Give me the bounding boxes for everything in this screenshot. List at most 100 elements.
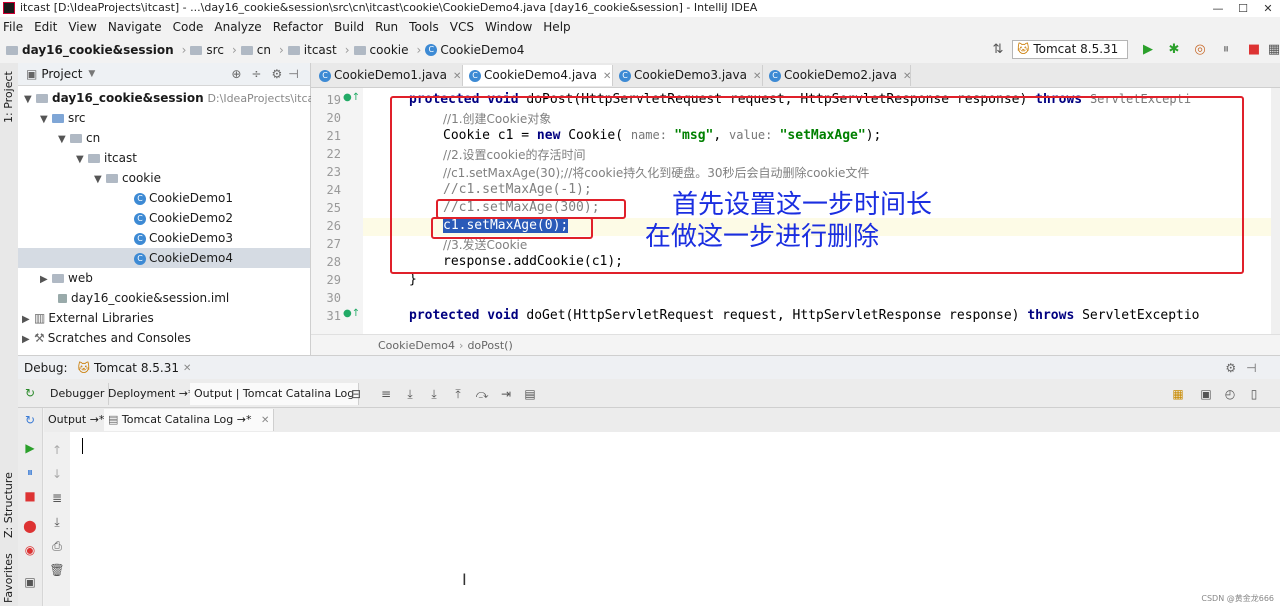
close-icon[interactable]: ✕ — [183, 363, 191, 374]
hide-icon[interactable]: ⊣ — [288, 67, 298, 81]
breadcrumb-cn[interactable]: cn — [257, 43, 271, 57]
rerun-icon[interactable]: ↻ — [22, 385, 38, 401]
tab-deployment[interactable]: Deployment →* — [104, 383, 199, 405]
pause-icon[interactable]: ⏸ — [22, 464, 38, 480]
minimize-button[interactable]: — — [1206, 0, 1230, 17]
menu-analyze[interactable]: Analyze — [214, 20, 261, 34]
editor-breadcrumb-class[interactable]: CookieDemo4 — [378, 339, 455, 352]
tree-item-itcast[interactable]: ▼ itcast — [76, 148, 137, 168]
trash-icon[interactable]: 🗑 — [49, 562, 65, 578]
tree-item-cookiedemo4[interactable]: C CookieDemo4 — [18, 248, 310, 268]
maximize-button[interactable]: ☐ — [1231, 0, 1255, 17]
close-button[interactable]: ✕ — [1256, 0, 1280, 17]
step-over-icon[interactable]: ⊟ — [348, 386, 364, 402]
tab-debugger[interactable]: Debugger — [46, 383, 110, 405]
stop-icon[interactable]: ■ — [1246, 42, 1262, 58]
editor-scrollbar[interactable] — [1271, 88, 1280, 334]
coverage-icon[interactable]: ◎ — [1192, 42, 1208, 58]
show-execution-point-icon[interactable]: ≡ — [378, 386, 394, 402]
menu-window[interactable]: Window — [485, 20, 532, 34]
run-to-cursor-icon[interactable]: ⇥ — [498, 386, 514, 402]
up-arrow-icon[interactable]: ↑ — [49, 442, 65, 458]
breadcrumb-cookiedemo4[interactable]: CookieDemo4 — [440, 43, 524, 57]
subtab-catalina-log[interactable]: ▤ Tomcat Catalina Log →* ✕ — [104, 409, 275, 431]
tree-item-web[interactable]: ▶ web — [40, 268, 93, 288]
camera-icon[interactable]: ▣ — [22, 574, 38, 590]
tree-item-module[interactable]: ▼ day16_cookie&session D:\IdeaProjects\it… — [24, 88, 324, 108]
breadcrumb-module[interactable]: day16_cookie&session — [22, 43, 174, 57]
gear-icon[interactable]: ⚙ — [271, 67, 282, 81]
restore-layout-icon[interactable]: ▦ — [1170, 386, 1186, 402]
breadcrumb-itcast[interactable]: itcast — [304, 43, 337, 57]
favorites-tool-tab[interactable]: Favorites — [2, 553, 15, 603]
step-out-icon[interactable]: ⤒ — [450, 386, 466, 402]
run-configuration-select[interactable]: 🐱 Tomcat 8.5.31 ⌄ — [1012, 40, 1128, 73]
tree-item-cookiedemo2[interactable]: C CookieDemo2 — [134, 208, 233, 228]
breadcrumb-src[interactable]: src — [206, 43, 224, 57]
breadcrumb-cookie[interactable]: cookie — [370, 43, 409, 57]
scroll-to-end-icon[interactable]: ⤓ — [49, 514, 65, 530]
close-icon[interactable]: ✕ — [753, 71, 761, 82]
tab-cookiedemo4[interactable]: C CookieDemo4.java ✕ — [463, 65, 613, 86]
collapse-icon[interactable]: ÷ — [251, 67, 261, 81]
force-step-into-icon[interactable]: ⤓ — [426, 386, 442, 402]
tab-cookiedemo1[interactable]: C CookieDemo1.java ✕ — [313, 65, 463, 86]
menu-view[interactable]: View — [68, 20, 96, 34]
console-output[interactable]: I — [70, 432, 1280, 606]
project-structure-icon[interactable]: ▦ — [1266, 42, 1280, 58]
drop-frame-icon[interactable]: ⤼ — [474, 386, 490, 402]
tab-cookiedemo3[interactable]: C CookieDemo3.java ✕ — [613, 65, 763, 86]
project-panel-title[interactable]: Project — [41, 67, 82, 81]
tree-item-scratches[interactable]: ▶ ⚒ Scratches and Consoles — [22, 328, 191, 348]
layout-icon[interactable]: ▯ — [1246, 386, 1262, 402]
tree-item-cn[interactable]: ▼ cn — [58, 128, 100, 148]
tree-item-cookiedemo3[interactable]: C CookieDemo3 — [134, 228, 233, 248]
menu-run[interactable]: Run — [375, 20, 398, 34]
project-tool-tab[interactable]: 1: Project — [2, 71, 15, 123]
soft-wrap-icon[interactable]: ≣ — [49, 490, 65, 506]
step-into-icon[interactable]: ⤓ — [402, 386, 418, 402]
pin-icon[interactable]: ◴ — [1222, 386, 1238, 402]
menu-refactor[interactable]: Refactor — [273, 20, 323, 34]
tree-item-cookie[interactable]: ▼ cookie — [94, 168, 161, 188]
override-icon[interactable]: ●↑ — [343, 92, 360, 103]
sync-icon[interactable]: ⊕ — [231, 67, 241, 81]
down-arrow-icon[interactable]: ↓ — [49, 466, 65, 482]
menu-tools[interactable]: Tools — [409, 20, 439, 34]
evaluate-icon[interactable]: ▤ — [522, 386, 538, 402]
tab-cookiedemo2[interactable]: C CookieDemo2.java ✕ — [763, 65, 911, 86]
menu-build[interactable]: Build — [334, 20, 364, 34]
close-icon[interactable]: ✕ — [903, 71, 911, 82]
stop-icon[interactable]: ■ — [22, 488, 38, 504]
mute-breakpoints-icon[interactable]: ◉ — [22, 542, 38, 558]
print-icon[interactable]: ⎙ — [49, 538, 65, 554]
menu-file[interactable]: File — [3, 20, 23, 34]
settings-icon[interactable]: ▣ — [1198, 386, 1214, 402]
tree-item-iml[interactable]: day16_cookie&session.iml — [58, 288, 229, 308]
gear-icon[interactable]: ⚙ — [1225, 361, 1236, 375]
tree-item-src[interactable]: ▼ src — [40, 108, 86, 128]
refresh-icon[interactable]: ↻ — [22, 412, 38, 428]
editor-breadcrumb-method[interactable]: doPost() — [467, 339, 512, 352]
sort-icon[interactable]: ⇅ — [990, 42, 1006, 58]
debug-icon[interactable]: ✱ — [1166, 42, 1182, 58]
override-icon[interactable]: ●↑ — [343, 308, 360, 319]
tab-output-catalina-log[interactable]: Output | Tomcat Catalina Log — [190, 383, 360, 405]
menu-edit[interactable]: Edit — [34, 20, 57, 34]
view-breakpoints-icon[interactable]: ⬤ — [22, 518, 38, 534]
menu-vcs[interactable]: VCS — [450, 20, 474, 34]
close-icon[interactable]: ✕ — [603, 71, 611, 82]
tree-item-external-libraries[interactable]: ▶ ▥ External Libraries — [22, 308, 154, 328]
run-icon[interactable]: ▶ — [1140, 42, 1156, 58]
debug-config[interactable]: Tomcat 8.5.31 — [94, 361, 179, 375]
hide-icon[interactable]: ⊣ — [1246, 361, 1256, 375]
menu-code[interactable]: Code — [173, 20, 204, 34]
structure-tool-tab[interactable]: Z: Structure — [2, 472, 15, 538]
profile-icon[interactable]: ⏸ — [1218, 42, 1234, 58]
close-icon[interactable]: ✕ — [453, 71, 461, 82]
menu-navigate[interactable]: Navigate — [108, 20, 162, 34]
resume-icon[interactable]: ▶ — [22, 440, 38, 456]
menu-help[interactable]: Help — [543, 20, 570, 34]
close-icon[interactable]: ✕ — [261, 415, 269, 426]
subtab-output[interactable]: Output →* — [44, 409, 110, 431]
